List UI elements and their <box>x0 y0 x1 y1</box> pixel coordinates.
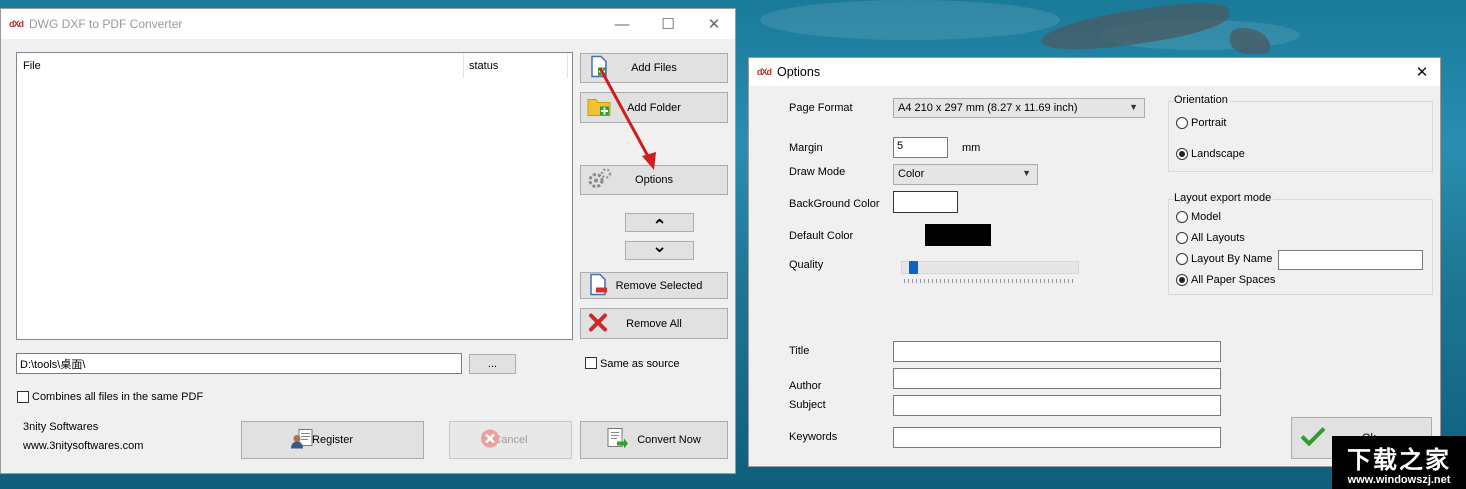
layout-by-name-label: Layout By Name <box>1191 253 1273 265</box>
keywords-input[interactable] <box>893 427 1221 448</box>
remove-all-button[interactable]: Remove All <box>580 308 728 339</box>
quality-slider-track[interactable] <box>901 261 1079 274</box>
move-up-button[interactable]: ⌃ <box>625 213 694 236</box>
quality-label: Quality <box>789 259 824 271</box>
combine-files-label: Combines all files in the same PDF <box>32 391 204 403</box>
remove-file-icon <box>587 273 611 298</box>
remove-selected-button[interactable]: Remove Selected <box>580 272 728 299</box>
landscape-radio[interactable] <box>1176 148 1188 160</box>
window-title: DWG DXF to PDF Converter <box>29 17 183 31</box>
register-button[interactable]: Register <box>241 421 424 459</box>
convert-now-button[interactable]: Convert Now <box>580 421 728 459</box>
all-paper-spaces-label: All Paper Spaces <box>1191 274 1276 286</box>
remove-all-label: Remove All <box>626 317 682 330</box>
minimize-button[interactable]: — <box>599 9 645 39</box>
red-x-icon <box>587 311 609 336</box>
move-down-button[interactable]: ⌄ <box>625 236 694 260</box>
options-close-button[interactable]: ✕ <box>1404 58 1440 86</box>
all-layouts-radio[interactable] <box>1176 232 1188 244</box>
background-color-swatch[interactable] <box>893 191 958 213</box>
app-logo-icon: dXd <box>757 67 772 77</box>
chevron-up-icon: ⌃ <box>651 216 668 236</box>
same-as-source-checkbox[interactable] <box>585 357 597 369</box>
cancel-circle-icon <box>480 429 500 452</box>
margin-input[interactable]: 5 <box>893 137 948 158</box>
keywords-label: Keywords <box>789 431 838 443</box>
column-header-status[interactable]: status <box>469 60 498 72</box>
output-path-input[interactable]: D:\tools\桌面\ <box>16 353 462 374</box>
draw-mode-value: Color <box>898 168 925 180</box>
main-titlebar: dXd DWG DXF to PDF Converter — ☐ ✕ <box>1 9 735 39</box>
orientation-title: Orientation <box>1174 94 1230 106</box>
green-check-icon <box>1300 426 1326 451</box>
layout-by-name-radio[interactable] <box>1176 253 1188 265</box>
portrait-radio[interactable] <box>1176 117 1188 129</box>
same-as-source-label: Same as source <box>600 358 680 370</box>
water-glint <box>760 0 1060 40</box>
layout-name-input[interactable] <box>1278 250 1423 270</box>
column-separator[interactable] <box>567 53 568 78</box>
options-dialog: dXd Options ✕ Page Format A4 210 x 297 m… <box>748 57 1441 467</box>
convert-document-icon <box>605 427 629 454</box>
close-button[interactable]: ✕ <box>691 9 737 39</box>
title-input[interactable] <box>893 341 1221 362</box>
model-label: Model <box>1191 211 1221 223</box>
page-format-label: Page Format <box>789 102 853 114</box>
quality-slider-thumb[interactable] <box>909 261 918 274</box>
page-format-value: A4 210 x 297 mm (8.27 x 11.69 inch) <box>898 102 1078 114</box>
margin-label: Margin <box>789 142 823 154</box>
browse-label: ... <box>487 358 498 370</box>
all-layouts-label: All Layouts <box>1191 232 1245 244</box>
register-person-icon <box>290 427 314 454</box>
default-color-label: Default Color <box>789 230 854 242</box>
company-name: 3nity Softwares <box>23 421 99 433</box>
quality-slider-ticks <box>904 279 1076 283</box>
draw-mode-select[interactable]: Color ▼ <box>893 164 1038 185</box>
annotation-arrow <box>598 67 656 170</box>
file-list[interactable]: File status <box>16 52 573 340</box>
chevron-down-icon: ▼ <box>1022 168 1031 178</box>
column-separator[interactable] <box>463 53 464 78</box>
orientation-group <box>1168 101 1433 172</box>
title-label: Title <box>789 345 810 357</box>
all-paper-spaces-radio[interactable] <box>1176 274 1188 286</box>
landscape-label: Landscape <box>1191 148 1245 160</box>
combine-files-checkbox[interactable] <box>17 391 29 403</box>
browse-button[interactable]: ... <box>469 354 516 374</box>
website-text: www.3nitysoftwares.com <box>23 440 144 452</box>
app-logo-icon: dXd <box>9 19 24 29</box>
model-radio[interactable] <box>1176 211 1188 223</box>
options-title: Options <box>777 65 821 79</box>
default-color-swatch[interactable] <box>925 224 991 246</box>
portrait-label: Portrait <box>1191 117 1227 129</box>
author-input[interactable] <box>893 368 1221 389</box>
subject-input[interactable] <box>893 395 1221 416</box>
author-label: Author <box>789 380 822 392</box>
chevron-down-icon: ▼ <box>1129 102 1138 112</box>
site-watermark: 下载之家 www.windowszj.net <box>1332 436 1466 489</box>
remove-selected-label: Remove Selected <box>615 279 703 292</box>
maximize-button[interactable]: ☐ <box>645 9 691 39</box>
column-header-file[interactable]: File <box>23 60 41 72</box>
margin-unit: mm <box>962 142 981 154</box>
register-label: Register <box>312 434 353 446</box>
chevron-down-icon: ⌄ <box>651 236 668 256</box>
options-titlebar: dXd Options ✕ <box>749 58 1440 86</box>
file-list-header: File status <box>17 53 572 78</box>
watermark-url: www.windowszj.net <box>1347 474 1451 486</box>
background-color-label: BackGround Color <box>789 198 880 210</box>
cancel-button[interactable]: Cancel <box>449 421 572 459</box>
subject-label: Subject <box>789 399 826 411</box>
page-format-select[interactable]: A4 210 x 297 mm (8.27 x 11.69 inch) ▼ <box>893 98 1145 118</box>
layout-export-title: Layout export mode <box>1174 192 1274 204</box>
draw-mode-label: Draw Mode <box>789 166 846 178</box>
watermark-logo-text: 下载之家 <box>1347 445 1451 474</box>
